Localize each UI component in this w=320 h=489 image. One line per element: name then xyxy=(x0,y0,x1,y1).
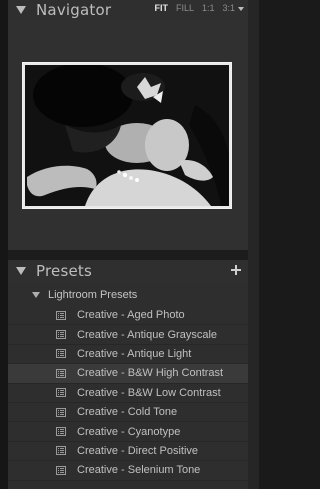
preset-item-label: Creative - B&W High Contrast xyxy=(77,367,224,380)
preset-list-icon xyxy=(56,446,66,456)
navigator-preview[interactable] xyxy=(22,62,232,209)
panel-divider xyxy=(8,250,248,260)
zoom-fill[interactable]: FILL xyxy=(176,3,194,13)
preset-item-label: Creative - B&W Low Contrast xyxy=(77,386,221,399)
presets-title: Presets xyxy=(36,262,92,280)
preset-item-label: Creative - Cyanotype xyxy=(77,425,181,438)
preset-item-label: Creative - Antique Grayscale xyxy=(77,328,218,341)
photo-preview-image xyxy=(25,65,229,206)
preset-item[interactable]: Creative - Selenium Tone xyxy=(8,461,248,481)
preset-folder-lightroom[interactable]: Lightroom Presets xyxy=(8,286,248,304)
preset-item-label: Creative - Cold Tone xyxy=(77,406,178,419)
preset-item[interactable]: Creative - B&W Low Contrast xyxy=(8,384,248,403)
preset-item-label: Creative - Aged Photo xyxy=(77,309,185,322)
preset-item-label: Creative - Selenium Tone xyxy=(77,464,201,477)
navigator-header[interactable]: Navigator FIT FILL 1:1 3:1 xyxy=(8,0,248,20)
presets-header[interactable]: Presets xyxy=(8,260,248,282)
preset-item[interactable]: Creative - Cold Tone xyxy=(8,403,248,423)
collapse-triangle-icon[interactable] xyxy=(16,267,26,275)
zoom-1-1[interactable]: 1:1 xyxy=(202,3,215,13)
preset-folder-label: Lightroom Presets xyxy=(48,289,138,301)
preset-item[interactable]: Creative - Aged Photo xyxy=(8,306,248,326)
lightroom-left-panel: Navigator FIT FILL 1:1 3:1 Presets Light… xyxy=(0,0,259,489)
panel-left-edge xyxy=(0,0,8,489)
plus-icon[interactable] xyxy=(230,264,242,276)
panel-right-gutter xyxy=(248,0,259,489)
expand-triangle-icon[interactable] xyxy=(32,292,40,298)
preset-item[interactable]: Creative - Cyanotype xyxy=(8,422,248,442)
preset-list-icon xyxy=(56,427,66,437)
navigator-body xyxy=(8,20,248,250)
preset-item[interactable]: Creative - B&W High Contrast xyxy=(8,364,248,384)
preset-list-icon xyxy=(56,330,66,340)
preset-item[interactable]: Creative - Antique Light xyxy=(8,345,248,365)
preset-list-icon xyxy=(56,310,66,320)
zoom-options: FIT FILL 1:1 3:1 xyxy=(154,3,244,13)
photo-preview-svg xyxy=(25,65,229,206)
preset-item[interactable]: Creative - Antique Grayscale xyxy=(8,325,248,345)
preset-list-icon xyxy=(56,465,66,475)
preset-list-icon xyxy=(56,349,66,359)
preset-list-icon xyxy=(56,388,66,398)
preset-list-icon xyxy=(56,407,66,417)
preset-item[interactable]: Creative - Direct Positive xyxy=(8,442,248,462)
presets-body: Lightroom Presets Creative - Aged Photo … xyxy=(8,282,248,489)
collapse-triangle-icon[interactable] xyxy=(16,6,26,14)
navigator-title: Navigator xyxy=(36,1,112,19)
zoom-fit[interactable]: FIT xyxy=(154,3,168,13)
zoom-3-1[interactable]: 3:1 xyxy=(222,3,244,13)
preset-list-icon xyxy=(56,368,66,378)
preset-item-label: Creative - Direct Positive xyxy=(77,444,199,457)
preset-list: Creative - Aged Photo Creative - Antique… xyxy=(8,306,248,481)
preset-item-label: Creative - Antique Light xyxy=(77,347,192,360)
